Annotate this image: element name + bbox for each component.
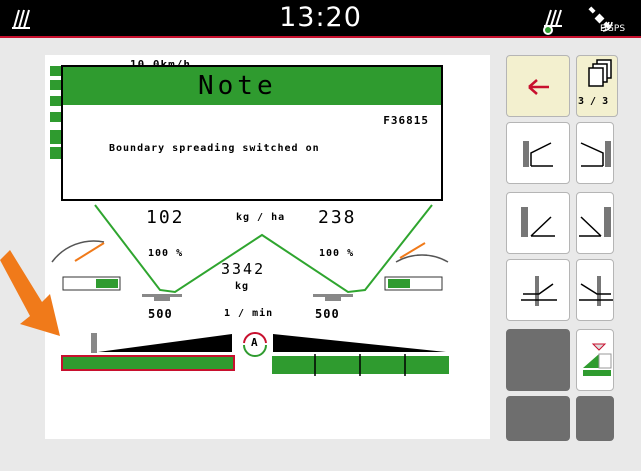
gps-label: DGPS: [600, 24, 626, 34]
header-markers: [50, 66, 61, 159]
right-disc: [313, 294, 353, 301]
border-left-icon: [521, 207, 555, 237]
disabled-button-3: [576, 396, 614, 441]
boundary-left-button[interactable]: [506, 122, 570, 184]
rpm-unit: 1 / min: [224, 308, 274, 319]
page-switch-button[interactable]: [576, 55, 618, 117]
left-rpm: 500: [148, 307, 173, 321]
right-rate-value: 238: [318, 207, 357, 228]
note-title: Note: [63, 67, 441, 105]
border-left-button[interactable]: [506, 192, 570, 254]
note-dialog[interactable]: Note F36815 Boundary spreading switched …: [61, 65, 443, 201]
boundary-right-button[interactable]: [576, 122, 614, 184]
boundary-right-icon: [580, 141, 611, 167]
rate-unit: kg / ha: [236, 212, 286, 223]
note-code: F36815: [383, 114, 429, 127]
back-button[interactable]: [506, 55, 570, 117]
right-boom: [272, 334, 449, 376]
boundary-spreading-mode-icon: [583, 343, 612, 376]
page-indicator: 3 / 3: [578, 96, 609, 107]
ditch-left-button[interactable]: [506, 259, 570, 321]
border-right-icon: [579, 207, 611, 237]
status-divider: [0, 36, 641, 38]
ditch-right-button[interactable]: [576, 259, 614, 321]
boundary-spreading-mode-button[interactable]: [576, 329, 614, 391]
right-rpm: 500: [315, 307, 340, 321]
border-right-button[interactable]: [576, 192, 614, 254]
back-arrow-icon: [528, 79, 549, 95]
page-switch-icon: [588, 59, 612, 87]
left-boom: [61, 333, 235, 371]
amount-unit: kg: [235, 281, 250, 292]
right-percent: 100 %: [319, 248, 355, 259]
note-message: Boundary spreading switched on: [109, 143, 320, 154]
annotation-arrow-icon: [0, 250, 60, 336]
boundary-left-icon: [523, 141, 553, 167]
ditch-left-icon: [521, 276, 557, 306]
ditch-right-icon: [579, 276, 613, 306]
right-gauge: [395, 242, 449, 263]
total-amount: 3342: [221, 260, 266, 278]
left-percent: 100 %: [148, 248, 184, 259]
disabled-button-1: [506, 329, 570, 391]
signal-strength-icon: [540, 6, 570, 40]
left-rate-value: 102: [146, 207, 185, 228]
disabled-button-2: [506, 396, 570, 441]
mode-label: A: [251, 336, 259, 349]
left-section-bar: [61, 355, 235, 371]
left-disc: [142, 294, 182, 301]
status-bar: 13:20 DGPS: [0, 0, 641, 38]
